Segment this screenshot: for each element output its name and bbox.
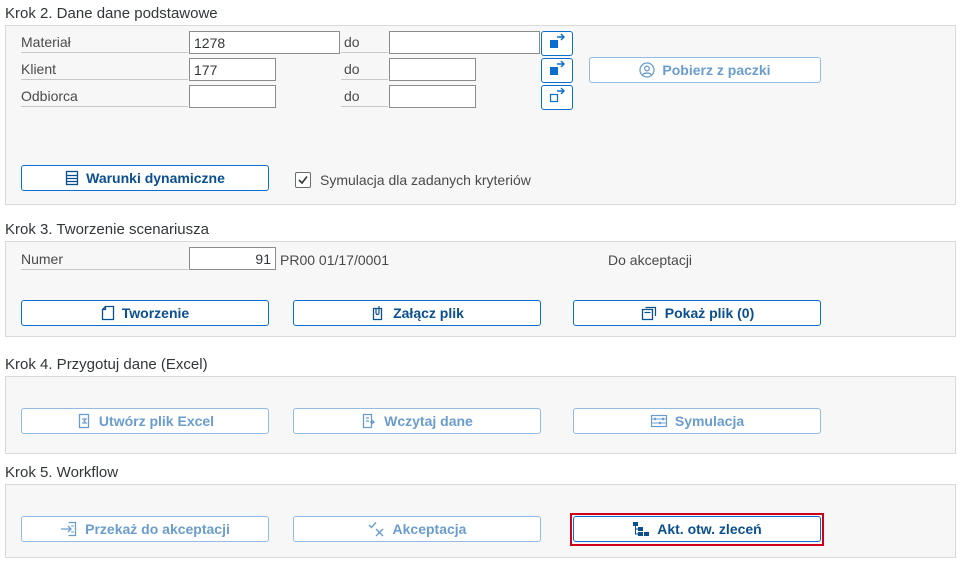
show-file-button[interactable]: Pokaż plik (0) <box>573 300 821 326</box>
step3-title: Krok 3. Tworzenie scenariusza <box>5 221 209 238</box>
step2-title: Krok 2. Dane dane podstawowe <box>5 5 218 22</box>
dynamic-conditions-button[interactable]: Warunki dynamiczne <box>21 165 269 191</box>
multiple-selection-filled-icon <box>548 60 566 81</box>
material-from-input[interactable] <box>189 31 340 54</box>
step5-title: Krok 5. Workflow <box>5 464 119 481</box>
approval-label: Akceptacja <box>392 521 467 537</box>
recipient-to-label: do <box>341 87 388 107</box>
attach-file-label: Załącz plik <box>393 305 464 321</box>
number-code: PR00 01/17/0001 <box>280 252 389 268</box>
simulation-label: Symulacja <box>674 413 745 429</box>
checkmark-icon <box>298 176 308 185</box>
forward-for-approval-label: Przekaż do akceptacji <box>85 521 230 537</box>
recipient-multiple-selection-button[interactable] <box>541 85 573 110</box>
status-text: Do akceptacji <box>608 252 693 268</box>
hierarchy-icon <box>632 521 650 537</box>
number-label: Numer <box>21 250 188 270</box>
simulation-checkbox[interactable] <box>295 172 311 188</box>
recipient-from-input[interactable] <box>189 85 276 108</box>
multiple-selection-empty-icon <box>548 87 566 108</box>
abacus-icon <box>650 414 668 428</box>
client-to-input[interactable] <box>389 58 476 81</box>
approval-button[interactable]: Akceptacja <box>293 516 541 542</box>
client-from-input[interactable] <box>189 58 276 81</box>
client-multiple-selection-button[interactable] <box>541 58 573 83</box>
document-icon <box>101 305 115 321</box>
multiple-selection-filled-icon <box>548 33 566 54</box>
step4-title: Krok 4. Przygotuj dane (Excel) <box>5 356 208 373</box>
create-excel-label: Utwórz plik Excel <box>98 413 215 429</box>
show-file-label: Pokaż plik (0) <box>664 305 755 321</box>
open-orders-refresh-button[interactable]: Akt. otw. zleceń <box>573 516 821 542</box>
client-label: Klient <box>21 60 188 80</box>
recipient-to-input[interactable] <box>389 85 476 108</box>
load-data-button[interactable]: Wczytaj dane <box>293 408 541 434</box>
user-icon <box>639 62 656 78</box>
fetch-from-package-button[interactable]: Pobierz z paczki <box>589 57 821 83</box>
create-excel-button[interactable]: Utwórz plik Excel <box>21 408 269 434</box>
material-label: Materiał <box>21 33 188 53</box>
attach-file-button[interactable]: Załącz plik <box>293 300 541 326</box>
material-to-label: do <box>341 33 388 53</box>
recipient-label: Odbiorca <box>21 87 188 107</box>
create-button[interactable]: Tworzenie <box>21 300 269 326</box>
documents-icon <box>640 305 658 321</box>
simulation-checkbox-label: Symulacja dla zadanych kryteriów <box>320 172 531 188</box>
fetch-from-package-label: Pobierz z paczki <box>662 62 771 78</box>
number-input[interactable] <box>189 247 276 270</box>
simulation-checkbox-row[interactable]: Symulacja dla zadanych kryteriów <box>295 171 531 189</box>
open-orders-refresh-label: Akt. otw. zleceń <box>657 521 762 537</box>
material-multiple-selection-button[interactable] <box>541 31 573 56</box>
excel-export-icon <box>76 413 92 429</box>
material-to-input[interactable] <box>389 31 540 54</box>
create-label: Tworzenie <box>121 305 190 321</box>
simulation-button[interactable]: Symulacja <box>573 408 821 434</box>
dynamic-conditions-label: Warunki dynamiczne <box>86 170 225 186</box>
upload-document-icon <box>361 413 377 429</box>
load-data-label: Wczytaj dane <box>384 413 473 429</box>
check-cross-icon <box>368 521 386 537</box>
client-to-label: do <box>341 60 388 80</box>
forward-icon <box>60 521 78 537</box>
forward-for-approval-button[interactable]: Przekaż do akceptacji <box>21 516 269 542</box>
attachment-icon <box>370 305 386 321</box>
list-icon <box>65 170 79 186</box>
